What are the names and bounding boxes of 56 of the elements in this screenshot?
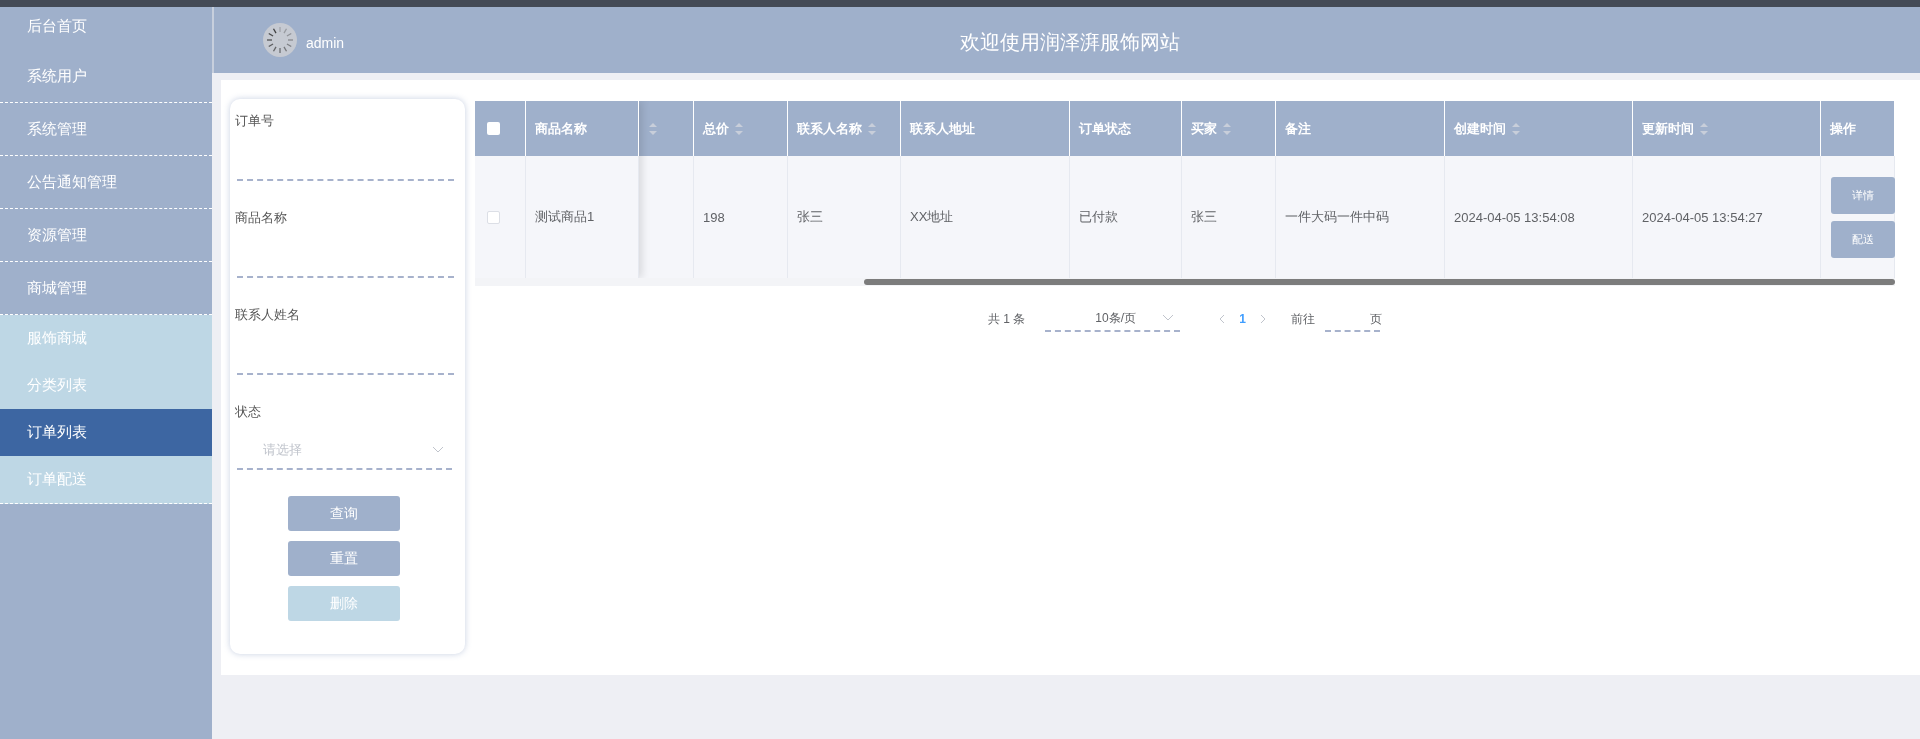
column-title: 订单状态 <box>1079 119 1131 138</box>
page-size-select[interactable]: 10条/页 <box>1045 306 1181 332</box>
cell-text: 198 <box>703 209 725 225</box>
select-all-checkbox[interactable] <box>487 122 500 135</box>
page-unit: 页 <box>1370 310 1382 328</box>
placeholder: 请选择 <box>263 441 302 459</box>
column-title: 更新时间 <box>1642 119 1694 138</box>
previous-page-icon[interactable] <box>1218 314 1226 324</box>
field-label: 状态 <box>235 403 262 421</box>
field-label: 联系人姓名 <box>235 306 301 324</box>
sort-icon[interactable] <box>734 121 744 136</box>
action-button[interactable]: 查询 <box>287 496 400 531</box>
cell-text: 2024-04-05 13:54:08 <box>1454 209 1575 225</box>
page-size-value: 10条/页 <box>1095 309 1136 327</box>
sort-icon[interactable] <box>1511 121 1521 136</box>
scrollbar-thumb[interactable] <box>864 279 1895 285</box>
column-title: 联系人名称 <box>797 119 862 138</box>
username: admin <box>306 35 345 51</box>
total-count: 共 1 条 <box>988 310 1026 328</box>
action-button[interactable]: 重置 <box>287 541 400 576</box>
cell-text: 一件大码一件中码 <box>1285 208 1389 226</box>
column-title: 联系人地址 <box>910 119 975 138</box>
cell-text: XX地址 <box>910 208 954 226</box>
submenu-item[interactable]: 订单列表 <box>0 409 212 456</box>
sort-icon[interactable] <box>648 121 658 136</box>
column-title: 买家 <box>1191 119 1217 138</box>
cell-text: 2024-04-05 13:54:27 <box>1642 209 1763 225</box>
column-title: 操作 <box>1830 119 1856 138</box>
column-title: 创建时间 <box>1454 119 1506 138</box>
sort-icon[interactable] <box>1222 121 1232 136</box>
column-title: 商品名称 <box>535 119 587 138</box>
sort-icon[interactable] <box>1699 121 1709 136</box>
site-title: 欢迎使用润泽湃服饰网站 <box>959 31 1180 53</box>
cell-text: 张三 <box>1191 208 1217 226</box>
submenu-item[interactable]: 服饰商城 <box>0 315 212 362</box>
cell-text: 张三 <box>797 208 823 226</box>
submenu-item[interactable]: 分类列表 <box>0 362 212 409</box>
caret-icon <box>432 446 444 454</box>
cell-text: 测试商品1 <box>535 208 595 226</box>
field-label: 商品名称 <box>235 209 288 227</box>
column-title: 总价 <box>703 119 729 138</box>
column-title: 备注 <box>1285 119 1311 138</box>
sidebar-item[interactable]: 后台首页 <box>0 7 212 50</box>
field-label: 订单号 <box>235 112 275 130</box>
page-number[interactable]: 1 <box>1239 312 1246 326</box>
submenu-item[interactable]: 订单配送 <box>0 456 212 503</box>
select-field[interactable]: 请选择 <box>237 432 452 470</box>
row-action-button[interactable]: 配送 <box>1831 220 1895 258</box>
next-page-icon[interactable] <box>1260 314 1267 324</box>
avatar-icon <box>262 22 298 58</box>
goto-label: 前往 <box>1291 310 1315 328</box>
sort-icon[interactable] <box>867 121 877 136</box>
caret-icon <box>1162 314 1175 322</box>
row-action-button[interactable]: 详情 <box>1831 176 1895 214</box>
cell-text: 已付款 <box>1079 208 1118 226</box>
row-checkbox[interactable] <box>487 210 500 224</box>
